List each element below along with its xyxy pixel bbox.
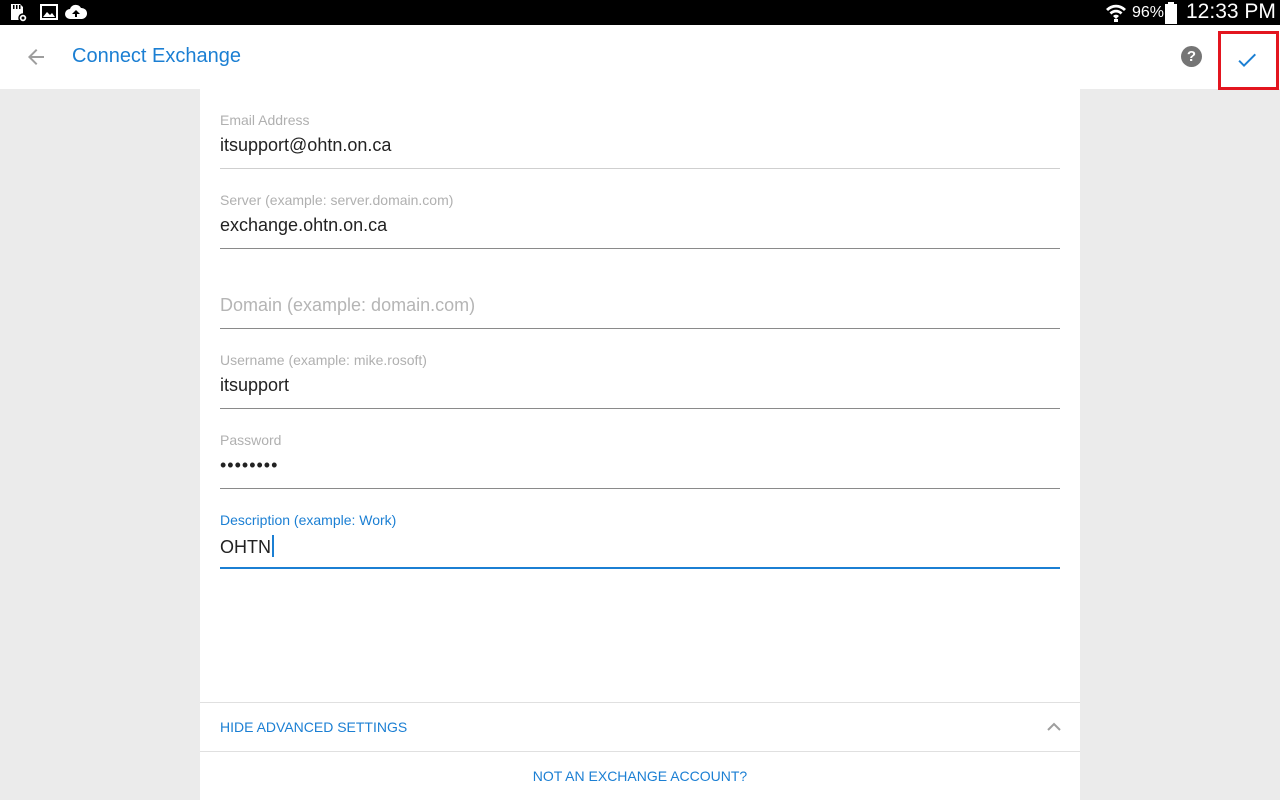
battery-icon [1165, 2, 1177, 24]
server-label: Server (example: server.domain.com) [220, 192, 454, 208]
image-icon [40, 4, 58, 20]
page-title: Connect Exchange [72, 45, 242, 67]
back-button[interactable] [24, 45, 48, 69]
password-value: •••••••• [220, 455, 279, 475]
clock: 12:33 PM [1186, 0, 1276, 23]
divider [200, 751, 1080, 752]
chevron-up-icon[interactable] [1046, 721, 1062, 733]
server-field[interactable]: Server (example: server.domain.com) exch… [220, 169, 1060, 249]
description-label: Description (example: Work) [220, 512, 397, 528]
wifi-icon [1106, 4, 1126, 22]
domain-field[interactable]: Domain (example: domain.com) [220, 249, 1060, 329]
cloud-upload-icon [65, 4, 88, 19]
username-label: Username (example: mike.rosoft) [220, 352, 427, 368]
email-field[interactable]: Email Address itsupport@ohtn.on.ca [220, 89, 1060, 169]
server-value: exchange.ohtn.on.ca [220, 215, 388, 235]
password-label: Password [220, 432, 282, 448]
not-exchange-account-link[interactable]: NOT AN EXCHANGE ACCOUNT? [200, 768, 1080, 784]
confirm-button[interactable] [1218, 31, 1279, 90]
description-input[interactable]: OHTN [220, 535, 274, 558]
divider [200, 702, 1080, 703]
checkmark-icon [1238, 53, 1256, 67]
password-field[interactable]: Password •••••••• [220, 409, 1060, 489]
app-bar: Connect Exchange ? [0, 25, 1280, 90]
battery-percent: 96% [1132, 4, 1165, 21]
text-cursor [272, 535, 274, 557]
description-value: OHTN [220, 537, 271, 557]
email-label: Email Address [220, 112, 310, 128]
description-field[interactable]: Description (example: Work) OHTN [220, 489, 1060, 569]
description-underline [220, 567, 1060, 569]
username-field[interactable]: Username (example: mike.rosoft) itsuppor… [220, 329, 1060, 409]
status-bar: 96% 12:33 PM [0, 0, 1280, 25]
back-arrow-icon [28, 49, 44, 65]
domain-placeholder: Domain (example: domain.com) [220, 295, 476, 315]
sd-card-settings-icon [11, 4, 28, 23]
account-settings-card: Email Address itsupport@ohtn.on.ca Serve… [200, 89, 1080, 800]
help-icon: ? [1186, 48, 1197, 65]
hide-advanced-settings-button[interactable]: HIDE ADVANCED SETTINGS [220, 719, 407, 735]
email-value: itsupport@ohtn.on.ca [220, 135, 392, 155]
help-button[interactable]: ? [1181, 46, 1202, 67]
username-value: itsupport [220, 375, 290, 395]
